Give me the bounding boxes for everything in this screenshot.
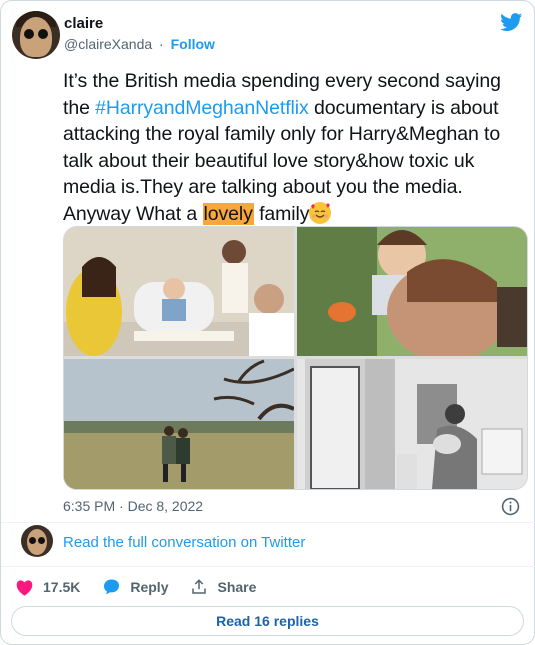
author-avatar[interactable] [12,11,60,59]
child-and-man-outdoors-photo[interactable] [297,227,527,356]
share-button[interactable]: Share [190,578,256,596]
share-icon [192,579,207,594]
action-bar: 17.5K Reply Share [15,576,278,598]
divider [1,566,535,567]
separator: · [159,36,164,52]
share-label: Share [217,579,257,595]
tweet-card: claire @claireXanda · Follow It’s the Br… [0,0,535,645]
reply-bubble-icon [104,579,120,595]
tweet-text-part3: family [253,202,310,225]
twitter-bird-icon[interactable] [499,11,524,33]
reply-label: Reply [130,579,169,595]
tweet-timestamp[interactable]: 6:35 PM · Dec 8, 2022 [63,498,203,514]
media-grid[interactable] [63,226,528,490]
hashtag-link[interactable]: #HarryandMeghanNetflix [95,97,309,119]
smiling-face-with-hearts-icon [309,201,332,224]
highlighted-word: lovely [202,202,254,225]
reply-button[interactable]: Reply [102,578,168,596]
author-name[interactable]: claire [64,15,103,32]
follow-button[interactable]: Follow [171,36,215,52]
like-count: 17.5K [43,579,81,595]
couple-in-field-photo[interactable] [64,359,294,489]
like-button[interactable]: 17.5K [15,579,80,596]
divider [1,522,535,523]
info-icon[interactable] [501,497,520,516]
read-full-conversation-link[interactable]: Read the full conversation on Twitter [63,534,305,551]
family-birthday-photo[interactable] [64,227,294,356]
heart-icon [16,579,33,596]
read-replies-button[interactable]: Read 16 replies [11,606,524,636]
conversation-avatar[interactable] [21,525,53,557]
author-handle-row: @claireXanda · Follow [64,36,215,52]
woman-holding-baby-photo[interactable] [297,359,527,489]
author-handle[interactable]: @claireXanda [64,36,152,52]
tweet-text: It’s the British media spending every se… [63,68,528,227]
